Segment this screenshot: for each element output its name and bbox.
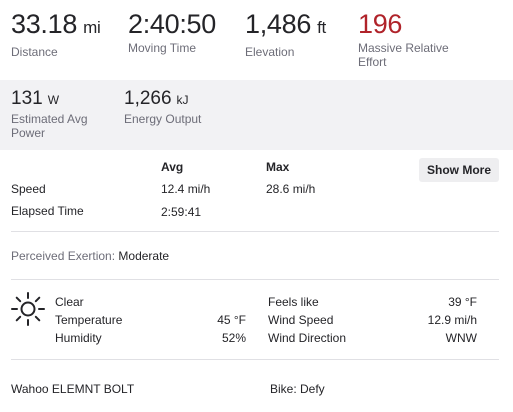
power-panel: 131 W Estimated Avg Power 1,266 kJ Energy … <box>0 80 513 150</box>
show-more-button[interactable]: Show More <box>419 158 499 182</box>
moving-time-stat: 2:40:50 Moving Time <box>128 8 216 55</box>
distance-stat: 33.18 mi Distance <box>11 8 101 59</box>
elevation-stat: 1,486 ft Elevation <box>245 8 326 59</box>
avg-power-value-row: 131 W <box>11 88 88 111</box>
divider <box>11 279 499 280</box>
energy-unit: kJ <box>176 93 189 107</box>
weather-condition: Clear <box>55 295 84 309</box>
speed-avg-value: 12.4 mi/h <box>161 182 211 196</box>
bike-name[interactable]: Bike: Defy <box>270 382 325 396</box>
relative-effort-value: 196 <box>358 9 403 39</box>
feels-like-value: 39 °F <box>448 295 477 309</box>
divider <box>11 359 499 360</box>
speed-row-label: Speed <box>11 182 46 196</box>
wind-direction-value: WNW <box>445 331 477 345</box>
avg-power-value: 131 <box>11 88 43 109</box>
perceived-exertion: Perceived Exertion: Moderate <box>11 249 169 263</box>
energy-label: Energy Output <box>124 112 202 126</box>
distance-value-row: 33.18 mi <box>11 8 101 44</box>
temperature-label: Temperature <box>55 313 123 327</box>
energy-stat: 1,266 kJ Energy Output <box>124 88 201 126</box>
relative-effort-stat[interactable]: 196 Massive Relative Effort <box>358 8 449 69</box>
moving-time-label: Moving Time <box>128 41 197 55</box>
wind-speed-label: Wind Speed <box>268 313 334 327</box>
relative-effort-label-line2: Effort <box>358 55 387 69</box>
elevation-value-row: 1,486 ft <box>245 8 326 44</box>
avg-power-stat: 131 W Estimated Avg Power <box>11 88 88 140</box>
wind-speed-value: 12.9 mi/h <box>427 313 477 327</box>
elapsed-time-row-label: Elapsed Time <box>11 204 84 218</box>
moving-time-value: 2:40:50 <box>128 9 216 39</box>
perceived-exertion-label: Perceived Exertion: <box>11 249 116 263</box>
elapsed-time-avg-value: 2:59:41 <box>161 205 202 219</box>
distance-label: Distance <box>11 45 58 59</box>
sun-icon <box>11 292 45 326</box>
perceived-exertion-value: Moderate <box>118 249 170 263</box>
humidity-label: Humidity <box>55 331 102 345</box>
distance-value: 33.18 <box>11 9 78 39</box>
distance-unit: mi <box>83 18 101 37</box>
column-header-avg: Avg <box>161 160 184 174</box>
avg-power-unit: W <box>47 93 60 107</box>
elevation-unit: ft <box>317 18 326 37</box>
column-header-max: Max <box>266 160 290 174</box>
activity-stats: 33.18 mi Distance 2:40:50 Moving Time 1,4… <box>0 0 513 80</box>
wind-direction-label: Wind Direction <box>268 331 347 345</box>
energy-value-row: 1,266 kJ <box>124 88 201 111</box>
device-name: Wahoo ELEMNT BOLT <box>11 382 135 396</box>
divider <box>11 231 499 232</box>
relative-effort-label-line1: Massive Relative <box>358 41 449 55</box>
avg-power-label-line1: Estimated Avg <box>11 112 88 126</box>
elevation-label: Elevation <box>245 45 295 59</box>
speed-max-value: 28.6 mi/h <box>266 182 316 196</box>
avg-power-label-line2: Power <box>11 126 46 140</box>
temperature-value: 45 °F <box>217 313 246 327</box>
elevation-value: 1,486 <box>245 9 312 39</box>
energy-value: 1,266 <box>124 88 172 109</box>
humidity-value: 52% <box>221 331 246 345</box>
feels-like-label: Feels like <box>268 295 319 309</box>
